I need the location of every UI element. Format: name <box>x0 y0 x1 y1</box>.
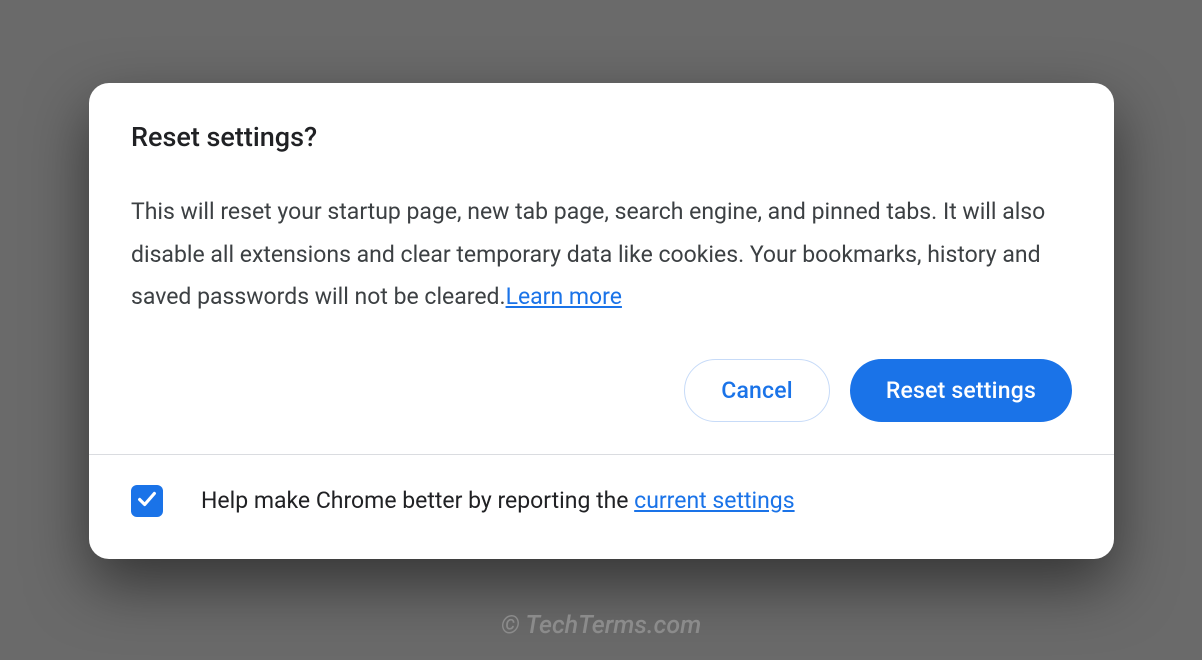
footer-text: Help make Chrome better by reporting the… <box>201 487 795 514</box>
current-settings-link[interactable]: current settings <box>634 487 794 514</box>
reset-settings-button[interactable]: Reset settings <box>850 359 1072 422</box>
report-settings-checkbox[interactable] <box>131 485 163 517</box>
dialog-body: Reset settings? This will reset your sta… <box>89 83 1114 454</box>
dialog-description: This will reset your startup page, new t… <box>131 191 1072 319</box>
dialog-title: Reset settings? <box>131 121 1072 153</box>
learn-more-link[interactable]: Learn more <box>506 283 622 310</box>
checkmark-icon <box>136 488 158 514</box>
reset-settings-dialog: Reset settings? This will reset your sta… <box>89 83 1114 559</box>
cancel-button[interactable]: Cancel <box>684 359 830 422</box>
watermark: © TechTerms.com <box>501 611 701 640</box>
dialog-actions: Cancel Reset settings <box>131 359 1072 422</box>
footer-text-prefix: Help make Chrome better by reporting the <box>201 487 634 514</box>
dialog-footer: Help make Chrome better by reporting the… <box>89 455 1114 559</box>
